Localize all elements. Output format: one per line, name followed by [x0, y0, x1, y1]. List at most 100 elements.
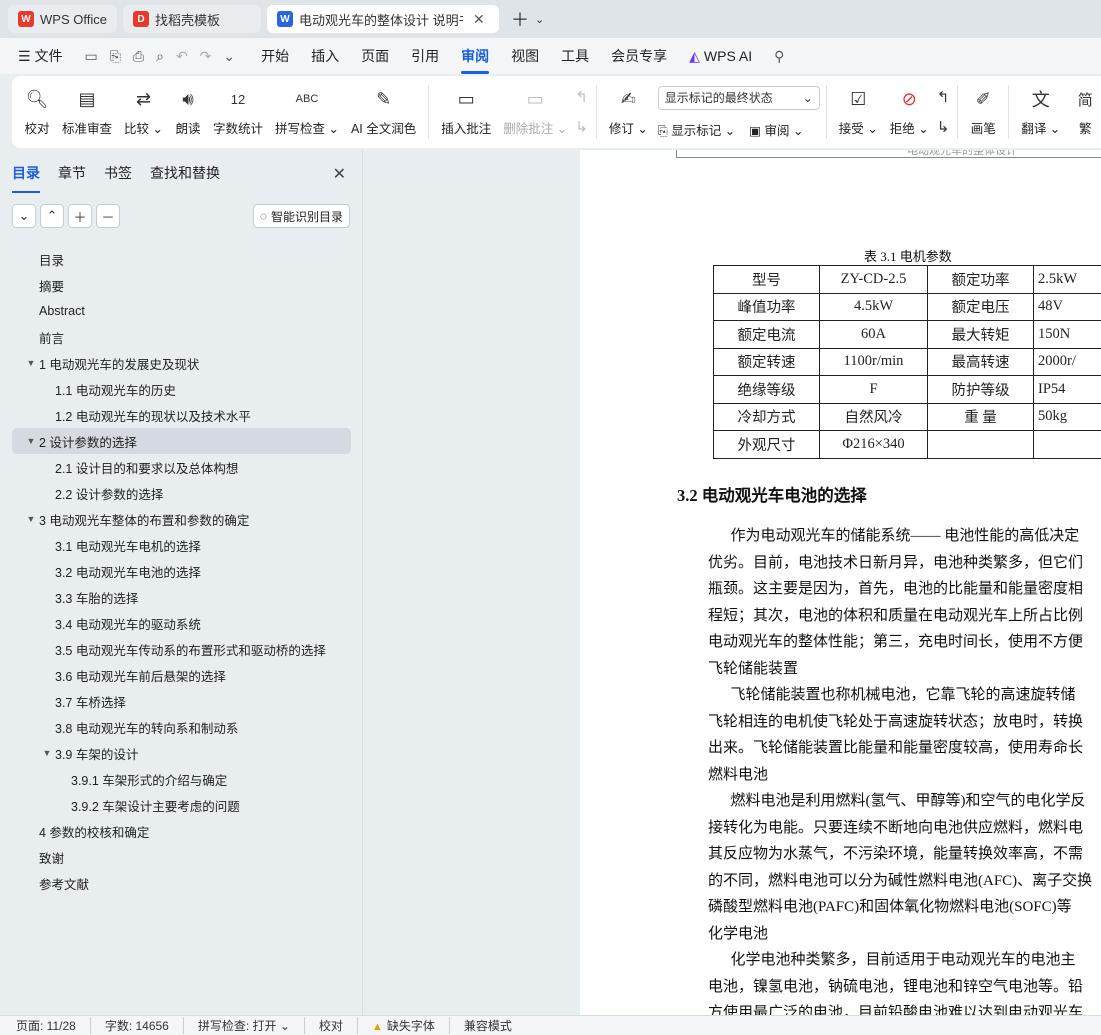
toc-item[interactable]: ▼ 1 电动观光车的发展史及现状	[12, 350, 351, 376]
menu-reference[interactable]: 引用	[411, 46, 439, 66]
menu-page[interactable]: 页面	[361, 46, 389, 66]
show-markup-button[interactable]: ⎘ 显示标记 ⌄	[658, 120, 735, 139]
undo-icon[interactable]: ↶	[176, 48, 188, 65]
word-count-indicator[interactable]: 字数: 14656	[105, 1017, 184, 1034]
accept-button[interactable]: ☑ 接受 ⌄	[833, 82, 884, 142]
toc-item[interactable]: ▼4 参数的校核和确定	[12, 818, 351, 844]
next-comment-icon[interactable]: ↳	[575, 118, 588, 136]
reject-button[interactable]: ⊘ 拒绝 ⌄	[884, 82, 935, 142]
proofread-indicator[interactable]: 校对	[319, 1017, 358, 1034]
save-icon[interactable]: ▭	[84, 48, 97, 65]
tab-bookmarks[interactable]: 书签	[104, 163, 132, 183]
expand-caret-icon[interactable]: ▼	[24, 358, 38, 368]
chevron-down-icon[interactable]: ⌄	[535, 13, 544, 26]
pen-button[interactable]: ✐ 画笔	[964, 82, 1002, 142]
toc-item[interactable]: ▼3.5 电动观光车传动系的布置形式和驱动桥的选择	[12, 636, 351, 662]
insert-comment-button[interactable]: ▭ 插入批注	[435, 82, 497, 142]
word-count-button[interactable]: 12 字数统计	[207, 82, 269, 142]
track-changes-button[interactable]: ✍ 修订 ⌄	[603, 82, 654, 142]
review-pane-button[interactable]: ▣ 审阅 ⌄	[749, 120, 803, 139]
toc-item[interactable]: ▼ 3.9 车架的设计	[12, 740, 351, 766]
menu-view[interactable]: 视图	[511, 46, 539, 66]
menu-start[interactable]: 开始	[261, 46, 289, 66]
chevron-down-icon[interactable]: ⌄	[223, 48, 235, 65]
page-indicator[interactable]: 页面: 11/28	[16, 1017, 91, 1034]
delete-comment-icon: ▭	[526, 88, 544, 109]
spell-check-indicator[interactable]: 拼写检查: 打开 ⌄	[198, 1017, 305, 1034]
print-icon[interactable]: ⎙	[133, 48, 144, 65]
navigation-tabs: 目录 章节 书签 查找和替换	[0, 150, 362, 196]
print-preview-icon[interactable]: ⌕	[156, 48, 164, 65]
toc-item[interactable]: ▼3.8 电动观光车的转向系和制动系	[12, 714, 351, 740]
tab-template[interactable]: D 找稻壳模板	[122, 5, 261, 33]
add-heading-icon[interactable]: ＋	[68, 204, 92, 228]
toc-item[interactable]: ▼1.1 电动观光车的历史	[12, 376, 351, 402]
delete-comment-button[interactable]: ▭ 删除批注 ⌄	[497, 82, 573, 142]
proofread-button[interactable]: 🔍︎ 校对	[18, 82, 56, 142]
new-tab-icon[interactable]: ＋	[511, 6, 529, 32]
spell-check-button[interactable]: ABC 拼写检查 ⌄	[269, 82, 345, 142]
wps-ai-label: WPS AI	[703, 47, 753, 64]
toc-item[interactable]: ▼3.6 电动观光车前后悬架的选择	[12, 662, 351, 688]
toc-item[interactable]: ▼3.9.1 车架形式的介绍与确定	[12, 766, 351, 792]
menu-review[interactable]: 审阅	[461, 46, 490, 74]
missing-font-indicator[interactable]: ▲ 缺失字体	[372, 1017, 450, 1034]
table-caption: 表 3.1 电机参数	[864, 249, 952, 264]
simplify-button[interactable]: 简繁	[1066, 82, 1098, 142]
toc-item[interactable]: ▼摘要	[12, 272, 351, 298]
toc-item[interactable]: ▼3.1 电动观光车电机的选择	[12, 532, 351, 558]
toc-item[interactable]: ▼3.4 电动观光车的驱动系统	[12, 610, 351, 636]
smart-toc-button[interactable]: ◌ 智能识别目录	[252, 204, 350, 228]
ai-polish-button[interactable]: ✎ AI 全文润色	[345, 82, 422, 142]
previous-comment-icon[interactable]: ↰	[575, 88, 588, 106]
text-line: 作为电动观光车的储能系统—— 电池性能的高低决定	[708, 528, 1080, 544]
tab-toc[interactable]: 目录	[12, 163, 40, 193]
expand-caret-icon[interactable]: ▼	[24, 514, 38, 524]
previous-change-icon[interactable]: ↰	[937, 88, 950, 106]
menu-insert[interactable]: 插入	[311, 46, 339, 66]
export-icon[interactable]: ⎘	[110, 48, 121, 65]
tab-find-replace[interactable]: 查找和替换	[150, 163, 220, 183]
text-line: 燃料电池	[708, 766, 769, 783]
toc-item-label: 3 电动观光车整体的布置和参数的确定	[39, 513, 250, 528]
search-icon[interactable]: ⚲	[774, 48, 784, 65]
menu-tools[interactable]: 工具	[561, 46, 589, 66]
remove-heading-icon[interactable]: －	[96, 204, 120, 228]
toc-item[interactable]: ▼前言	[12, 324, 351, 350]
collapse-up-icon[interactable]: ⌃	[40, 204, 64, 228]
toc-item[interactable]: ▼2.2 设计参数的选择	[12, 480, 351, 506]
toc-item[interactable]: ▼3.9.2 车架设计主要考虑的问题	[12, 792, 351, 818]
toc-item[interactable]: ▼1.2 电动观光车的现状以及技术水平	[12, 402, 351, 428]
read-aloud-button[interactable]: 🔊︎ 朗读	[169, 82, 207, 142]
redo-icon[interactable]: ↷	[200, 48, 212, 65]
expand-caret-icon[interactable]: ▼	[40, 748, 54, 758]
translate-button[interactable]: 文翻译 ⌄	[1015, 82, 1066, 142]
document-page: 电动观光车的整体设计 表 3.1 电机参数 型号 ZY-CD-2.5 额定功率 2.5…	[580, 150, 1101, 1015]
menu-member[interactable]: 会员专享	[611, 46, 667, 66]
toc-item[interactable]: ▼Abstract	[12, 298, 351, 324]
toc-item[interactable]: ▼2.1 设计目的和要求以及总体构想	[12, 454, 351, 480]
compare-button[interactable]: ⇄ 比较 ⌄	[118, 82, 169, 142]
table-cell: 48V	[1033, 292, 1101, 321]
collapse-down-icon[interactable]: ⌄	[12, 204, 36, 228]
close-icon[interactable]: ✕	[333, 164, 346, 184]
markup-display-select[interactable]: 显示标记的最终状态 ⌄	[657, 85, 820, 110]
toc-item[interactable]: ▼ 2 设计参数的选择	[12, 428, 351, 454]
standard-review-button[interactable]: ▤ 标准审查	[56, 82, 118, 142]
toc-item[interactable]: ▼目录	[12, 246, 351, 272]
speaker-icon: 🔊︎	[182, 88, 194, 109]
close-tab-icon[interactable]: ✕	[473, 11, 485, 28]
tab-chapters[interactable]: 章节	[58, 163, 86, 183]
toc-item[interactable]: ▼致谢	[12, 844, 351, 870]
next-change-icon[interactable]: ↳	[937, 118, 950, 136]
expand-caret-icon[interactable]: ▼	[24, 436, 38, 446]
tab-document[interactable]: W 电动观光车的整体设计 说明书 ✕	[266, 5, 499, 33]
toc-item[interactable]: ▼3.2 电动观光车电池的选择	[12, 558, 351, 584]
toc-item[interactable]: ▼ 3 电动观光车整体的布置和参数的确定	[12, 506, 351, 532]
tab-wps-office[interactable]: W WPS Office	[8, 5, 117, 33]
file-menu[interactable]: ☰ 文件	[18, 46, 62, 66]
wps-ai-menu[interactable]: ◭ WPS AI	[689, 48, 752, 65]
toc-item[interactable]: ▼3.7 车桥选择	[12, 688, 351, 714]
toc-item[interactable]: ▼3.3 车胎的选择	[12, 584, 351, 610]
toc-item[interactable]: ▼参考文献	[12, 870, 351, 896]
